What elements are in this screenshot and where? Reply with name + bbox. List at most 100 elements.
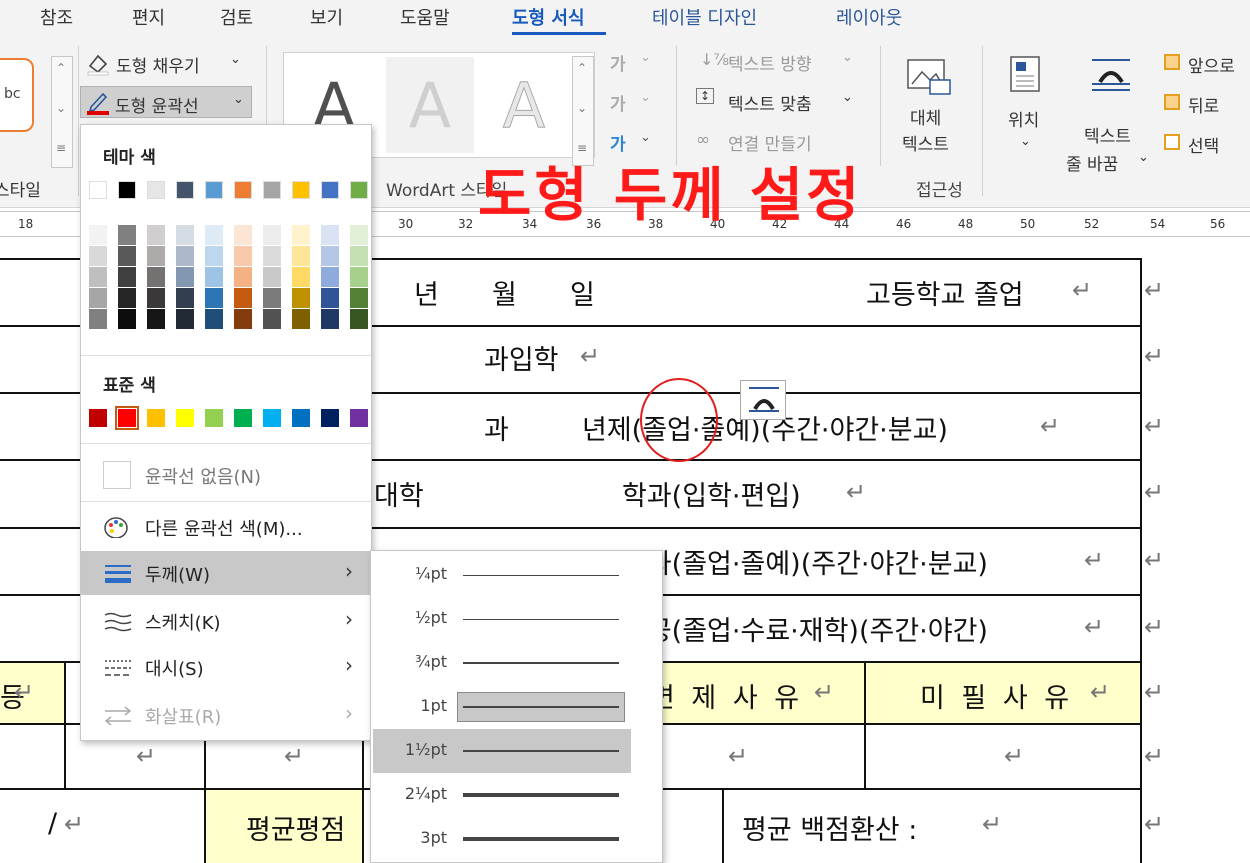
theme-shade-swatch[interactable] — [263, 267, 281, 287]
text-fill-icon[interactable]: 가 — [610, 50, 626, 75]
standard-color-swatch[interactable] — [205, 409, 223, 427]
theme-shade-swatch[interactable] — [89, 267, 107, 287]
more-colors-item[interactable]: 다른 윤곽선 색(M)... — [81, 505, 371, 549]
align-text-button[interactable]: 텍스트 맞춤 — [728, 90, 812, 115]
tab-view[interactable]: 보기 — [310, 4, 343, 30]
no-outline-item[interactable]: 윤곽선 없음(N) — [81, 453, 371, 497]
weight-option[interactable]: 1pt — [373, 685, 631, 729]
theme-shade-swatch[interactable] — [350, 225, 368, 245]
wrap-text-button[interactable]: 텍스트 줄 바꿈 ⌄ — [1064, 50, 1160, 175]
standard-color-swatch[interactable] — [263, 409, 281, 427]
tab-layout[interactable]: 레이아웃 — [836, 4, 902, 30]
dashes-item[interactable]: 대시(S) › — [81, 645, 371, 689]
standard-color-swatch[interactable] — [292, 409, 310, 427]
theme-shade-swatch[interactable] — [205, 288, 223, 308]
weight-option[interactable]: ¼pt — [373, 553, 631, 597]
theme-color-swatch[interactable] — [89, 181, 107, 199]
theme-color-swatch[interactable] — [176, 181, 194, 199]
theme-color-swatch[interactable] — [321, 181, 339, 199]
weight-option[interactable]: 1½pt — [373, 729, 631, 773]
theme-shade-swatch[interactable] — [234, 267, 252, 287]
theme-shade-swatch[interactable] — [234, 288, 252, 308]
send-backward-button[interactable]: 뒤로 — [1164, 92, 1250, 120]
theme-shade-swatch[interactable] — [321, 288, 339, 308]
sketched-item[interactable]: 스케치(K) › — [81, 599, 371, 643]
theme-shade-swatch[interactable] — [89, 309, 107, 329]
tab-mailings[interactable]: 편지 — [132, 4, 165, 30]
theme-shade-swatch[interactable] — [118, 288, 136, 308]
theme-shade-swatch[interactable] — [147, 225, 165, 245]
weight-option[interactable]: ½pt — [373, 597, 631, 641]
theme-shade-swatch[interactable] — [89, 288, 107, 308]
theme-shade-swatch[interactable] — [147, 309, 165, 329]
standard-color-swatch[interactable] — [350, 409, 368, 427]
standard-color-swatch[interactable] — [115, 406, 139, 430]
theme-shade-swatch[interactable] — [147, 288, 165, 308]
theme-shade-swatch[interactable] — [118, 225, 136, 245]
theme-shade-swatch[interactable] — [176, 225, 194, 245]
theme-color-swatch[interactable] — [147, 181, 165, 199]
weight-option[interactable]: 2¼pt — [373, 773, 631, 817]
theme-shade-swatch[interactable] — [350, 309, 368, 329]
standard-color-swatch[interactable] — [176, 409, 194, 427]
standard-color-swatch[interactable] — [234, 409, 252, 427]
tab-help[interactable]: 도움말 — [400, 4, 450, 30]
theme-shade-swatch[interactable] — [263, 225, 281, 245]
theme-shade-swatch[interactable] — [176, 246, 194, 266]
theme-color-swatch[interactable] — [350, 181, 368, 199]
theme-shade-swatch[interactable] — [234, 309, 252, 329]
theme-shade-swatch[interactable] — [176, 288, 194, 308]
theme-shade-swatch[interactable] — [234, 246, 252, 266]
theme-color-swatch[interactable] — [234, 181, 252, 199]
position-button[interactable]: 위치 ⌄ — [994, 50, 1058, 170]
theme-shade-swatch[interactable] — [321, 267, 339, 287]
theme-shade-swatch[interactable] — [292, 225, 310, 245]
tab-references[interactable]: 참조 — [40, 4, 73, 30]
style-gallery-scroll[interactable]: ⌃ ⌄ ≡ — [51, 56, 73, 168]
arrows-item[interactable]: 화살표(R) › — [81, 693, 371, 737]
theme-shade-swatch[interactable] — [321, 246, 339, 266]
shape-style-preview[interactable]: bc — [0, 58, 34, 132]
alt-text-button[interactable]: 대체 텍스트 — [892, 50, 970, 160]
theme-shade-swatch[interactable] — [350, 246, 368, 266]
text-direction-button[interactable]: 텍스트 방향 — [728, 50, 812, 75]
theme-color-swatch[interactable] — [118, 181, 136, 199]
shape-outline-button[interactable]: 도형 윤곽선 ⌄ — [80, 86, 252, 118]
theme-shade-swatch[interactable] — [176, 267, 194, 287]
theme-shade-swatch[interactable] — [205, 225, 223, 245]
theme-shade-swatch[interactable] — [205, 309, 223, 329]
theme-shade-swatch[interactable] — [118, 267, 136, 287]
theme-shade-swatch[interactable] — [292, 309, 310, 329]
shape-fill-button[interactable]: 도형 채우기 ⌄ — [84, 50, 254, 78]
theme-shade-swatch[interactable] — [350, 267, 368, 287]
theme-shade-swatch[interactable] — [350, 288, 368, 308]
theme-shade-swatch[interactable] — [263, 288, 281, 308]
theme-color-swatch[interactable] — [263, 181, 281, 199]
theme-shade-swatch[interactable] — [321, 225, 339, 245]
theme-shade-swatch[interactable] — [176, 309, 194, 329]
theme-shade-swatch[interactable] — [118, 309, 136, 329]
weight-item[interactable]: 두께(W) › — [81, 551, 371, 595]
theme-shade-swatch[interactable] — [118, 246, 136, 266]
theme-shade-swatch[interactable] — [292, 288, 310, 308]
theme-color-swatch[interactable] — [205, 181, 223, 199]
tab-review[interactable]: 검토 — [220, 4, 253, 30]
weight-option[interactable]: ¾pt — [373, 641, 631, 685]
standard-color-swatch[interactable] — [321, 409, 339, 427]
theme-shade-swatch[interactable] — [147, 267, 165, 287]
theme-shade-swatch[interactable] — [234, 225, 252, 245]
theme-shade-swatch[interactable] — [147, 246, 165, 266]
tab-shape-format[interactable]: 도형 서식 — [512, 4, 585, 30]
theme-shade-swatch[interactable] — [292, 267, 310, 287]
theme-shade-swatch[interactable] — [321, 309, 339, 329]
theme-shade-swatch[interactable] — [89, 246, 107, 266]
tab-table-design[interactable]: 테이블 디자인 — [652, 4, 757, 30]
standard-color-swatch[interactable] — [147, 409, 165, 427]
bring-forward-button[interactable]: 앞으로 — [1164, 52, 1250, 80]
text-outline-icon[interactable]: 가 — [610, 90, 626, 115]
wordart-style-2[interactable]: A — [386, 57, 474, 153]
wordart-style-3[interactable]: A — [480, 57, 568, 153]
selection-pane-button[interactable]: 선택 — [1164, 132, 1250, 160]
theme-color-swatch[interactable] — [292, 181, 310, 199]
theme-shade-swatch[interactable] — [205, 246, 223, 266]
